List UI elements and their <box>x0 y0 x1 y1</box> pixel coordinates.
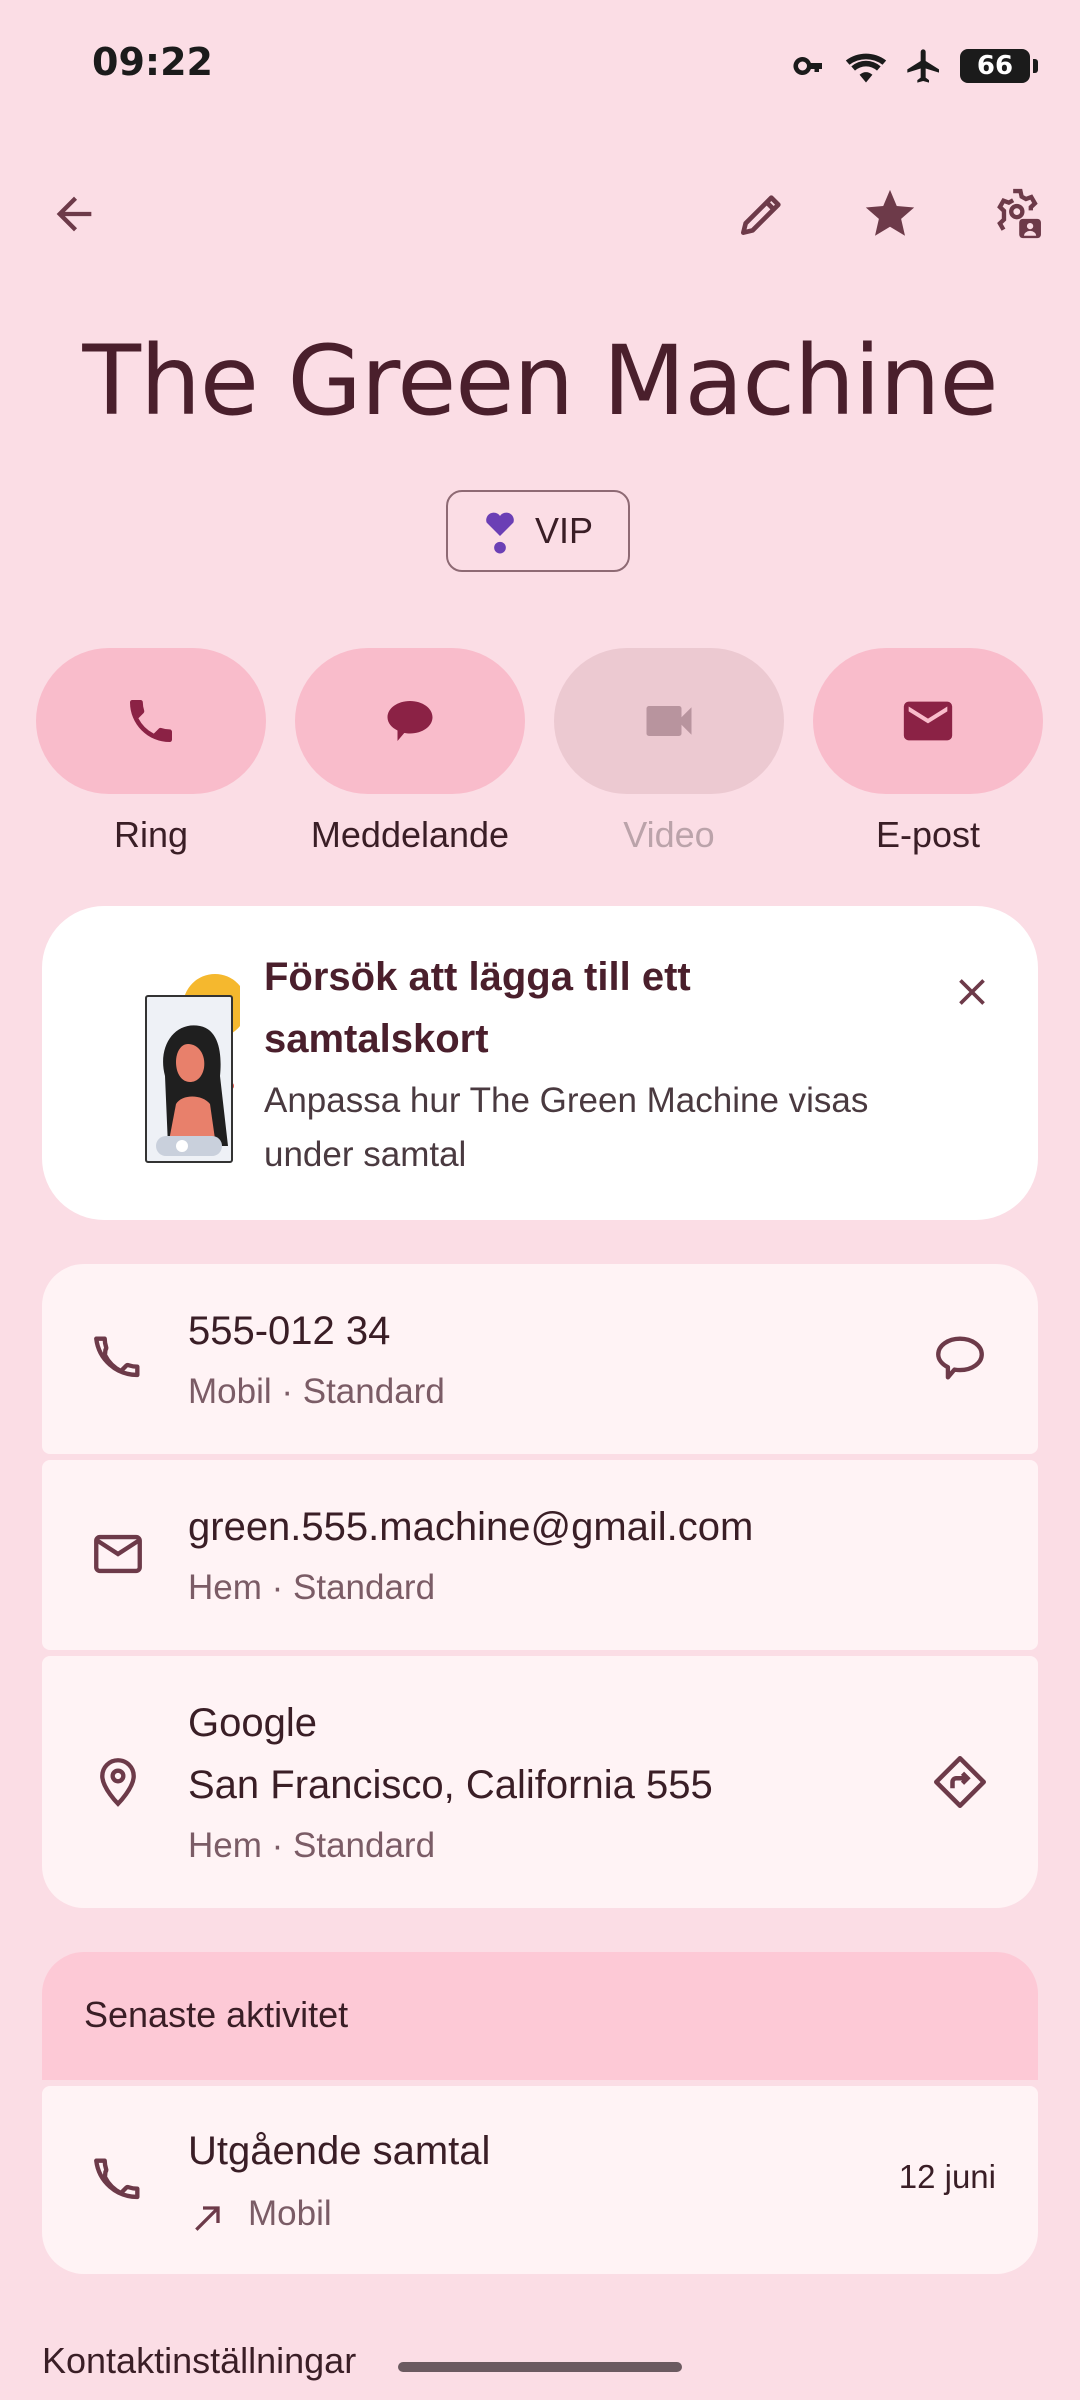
call-action[interactable]: Ring <box>36 648 266 856</box>
directions-icon <box>934 1756 986 1808</box>
location-pin-icon <box>100 1758 136 1807</box>
status-icons: 66 <box>792 44 1038 88</box>
battery-icon: 66 <box>960 49 1038 83</box>
dismiss-promo-button[interactable] <box>936 956 1008 1028</box>
gesture-navigation-bar[interactable] <box>398 2362 682 2372</box>
call-label: Ring <box>113 814 189 855</box>
contact-settings-button[interactable] <box>970 166 1066 262</box>
video-button[interactable] <box>554 648 784 794</box>
activity-title: Utgående samtal <box>188 2129 491 2173</box>
email-button[interactable] <box>813 648 1043 794</box>
back-button[interactable] <box>26 166 122 262</box>
close-icon <box>959 979 985 1005</box>
promo-title: Försök att lägga till ett samtalskort <box>264 955 691 1061</box>
activity-item[interactable]: Utgående samtal Mobil 12 juni <box>42 2086 1038 2274</box>
directions-button[interactable] <box>924 1746 996 1818</box>
call-button[interactable] <box>36 648 266 794</box>
arrow-back-icon <box>56 196 92 232</box>
email-outline-icon <box>94 1534 142 1574</box>
contact-name: The Green Machine <box>82 325 998 437</box>
message-action[interactable]: Meddelande <box>295 648 525 856</box>
email-detail-icon-wrap <box>82 1518 154 1590</box>
contact-settings-link[interactable]: Kontaktinställningar <box>42 2340 356 2382</box>
message-label: Meddelande <box>310 814 510 855</box>
phone-icon <box>130 700 172 742</box>
vip-chip[interactable]: VIP <box>446 490 630 572</box>
star-icon <box>865 189 915 236</box>
email-address: green.555.machine@gmail.com <box>188 1505 754 1549</box>
chat-bubble-icon <box>936 1336 984 1380</box>
recent-activity-header: Senaste aktivitet <box>42 1952 1038 2080</box>
phone-row[interactable]: 555-012 34 Mobil · Standard <box>42 1264 1038 1454</box>
video-action[interactable]: Video <box>554 648 784 856</box>
activity-phone-icon-wrap <box>82 2144 154 2216</box>
activity-date: 12 juni <box>898 2158 996 2195</box>
airplane-icon <box>907 49 939 83</box>
vip-label: VIP <box>534 510 594 551</box>
email-icon <box>903 701 953 741</box>
call-card-promo[interactable]: Försök att lägga till ett samtalskort An… <box>42 906 1038 1220</box>
promo-subtitle: Anpassa hur The Green Machine visas unde… <box>264 1081 869 1174</box>
message-button[interactable] <box>295 648 525 794</box>
vpn-key-icon <box>793 57 822 75</box>
phone-meta: Mobil · Standard <box>188 1372 445 1411</box>
phone-number: 555-012 34 <box>188 1309 391 1353</box>
send-sms-button[interactable] <box>924 1322 996 1394</box>
location-detail-icon-wrap <box>82 1746 154 1818</box>
video-label: Video <box>623 814 715 855</box>
recent-activity-title: Senaste aktivitet <box>84 1994 349 2035</box>
address-meta: Hem · Standard <box>188 1826 436 1865</box>
status-time: 09:22 <box>92 40 213 84</box>
address-line1: Google <box>188 1701 317 1745</box>
wifi-icon <box>845 53 887 83</box>
activity-type: Mobil <box>248 2194 332 2233</box>
manage-account-icon <box>997 188 1041 239</box>
call-card-illustration <box>145 974 240 1163</box>
phone-detail-icon-wrap <box>82 1322 154 1394</box>
video-icon <box>646 706 692 736</box>
edit-button[interactable] <box>714 166 810 262</box>
email-label: E-post <box>875 814 981 855</box>
vip-heart-icon <box>486 512 514 554</box>
favorite-button[interactable] <box>842 166 938 262</box>
email-row[interactable]: green.555.machine@gmail.com Hem · Standa… <box>42 1460 1038 1650</box>
email-meta: Hem · Standard <box>188 1568 436 1607</box>
phone-outline-icon <box>94 1336 140 1378</box>
address-line2: San Francisco, California 555 <box>188 1763 713 1807</box>
email-action[interactable]: E-post <box>813 648 1043 856</box>
pencil-icon <box>741 195 781 236</box>
address-row[interactable]: Google San Francisco, California 555 Hem… <box>42 1656 1038 1908</box>
phone-outline-icon <box>94 2158 140 2200</box>
message-icon <box>387 701 433 741</box>
outgoing-arrow-icon <box>195 2206 220 2231</box>
